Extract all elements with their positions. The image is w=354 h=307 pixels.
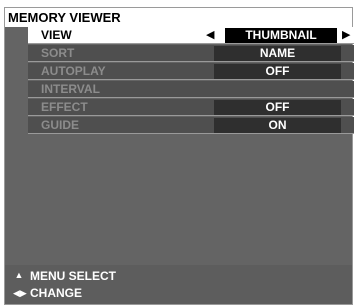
change-text: CHANGE — [30, 286, 83, 300]
menu-row-guide[interactable]: GUIDE ON — [28, 117, 354, 134]
menu-row-autoplay[interactable]: AUTOPLAY OFF — [28, 63, 354, 80]
autoplay-label: AUTOPLAY — [41, 64, 106, 78]
window-title: MEMORY VIEWER — [5, 8, 352, 27]
left-right-arrows-icon: ◀▶ — [13, 288, 27, 298]
effect-label: EFFECT — [41, 100, 88, 114]
guide-label: GUIDE — [41, 118, 80, 132]
menu-row-interval[interactable]: INTERVAL — [28, 81, 354, 98]
right-arrow-icon[interactable]: ▶ — [342, 27, 350, 44]
menu-row-sort[interactable]: SORT NAME — [28, 45, 354, 62]
menu-select-text: MENU SELECT — [30, 269, 117, 283]
menu-row-view[interactable]: VIEW ◀ THUMBNAIL ▶ — [28, 27, 354, 44]
guide-value: ON — [214, 118, 341, 133]
view-label: VIEW — [41, 28, 72, 42]
autoplay-value: OFF — [214, 64, 341, 79]
left-arrow-icon[interactable]: ◀ — [206, 27, 214, 44]
effect-value: OFF — [214, 100, 341, 115]
memory-viewer-window: MEMORY VIEWER VIEW ◀ THUMBNAIL ▶ SORT NA… — [4, 7, 354, 305]
view-value: THUMBNAIL — [225, 28, 337, 43]
interval-label: INTERVAL — [41, 82, 100, 96]
menu-row-effect[interactable]: EFFECT OFF — [28, 99, 354, 116]
footer-guide: ▲ MENU SELECT ◀▶ CHANGE — [5, 265, 352, 304]
sort-value: NAME — [214, 46, 341, 61]
sort-label: SORT — [41, 46, 75, 60]
up-down-arrows-icon: ▲ — [14, 270, 24, 280]
